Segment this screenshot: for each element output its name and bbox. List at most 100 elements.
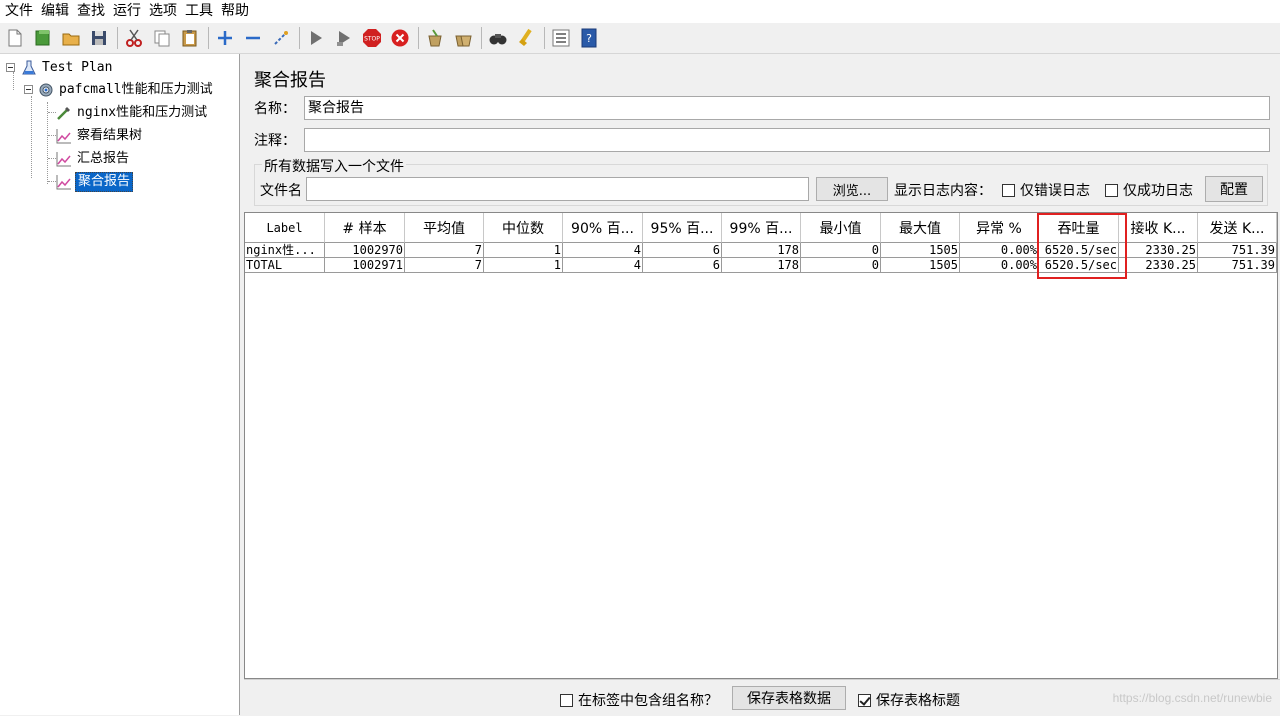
errors-only-label: 仅错误日志: [1020, 183, 1090, 199]
cell-label: TOTAL: [245, 258, 325, 273]
cell-received-kb: 2330.25: [1119, 243, 1198, 258]
add-icon[interactable]: [213, 26, 237, 50]
column-header-average[interactable]: 平均值: [405, 213, 484, 243]
cell-99-percentile: 178: [722, 243, 801, 258]
start-no-pause-icon[interactable]: [332, 26, 356, 50]
cell-sent-kb: 751.39: [1198, 258, 1277, 273]
column-header-received-kb[interactable]: 接收 K...: [1119, 213, 1198, 243]
templates-icon[interactable]: [31, 26, 55, 50]
toolbar: STOP ?: [0, 23, 1280, 54]
toolbar-separator: [481, 27, 482, 49]
menu-file[interactable]: 文件: [2, 0, 36, 23]
column-header-99-percentile[interactable]: 99% 百...: [722, 213, 801, 243]
toolbar-separator: [117, 27, 118, 49]
cell-median: 1: [484, 258, 563, 273]
tree-node-label-selected: 聚合报告: [75, 172, 134, 192]
comment-field[interactable]: [304, 128, 1270, 152]
cell-99-percentile: 178: [722, 258, 801, 273]
tree-node-label: Test Plan: [42, 60, 113, 75]
new-icon[interactable]: [3, 26, 27, 50]
tree-connector: [31, 96, 32, 178]
function-helper-icon[interactable]: [549, 26, 573, 50]
start-icon[interactable]: [304, 26, 328, 50]
remove-icon[interactable]: [241, 26, 265, 50]
tree-node-summary-report[interactable]: 汇总报告: [56, 149, 131, 169]
tree-connector: [48, 112, 56, 113]
toolbar-separator: [418, 27, 419, 49]
graph-icon: [56, 128, 72, 144]
checkbox-box: [560, 693, 573, 707]
search-icon[interactable]: [486, 26, 510, 50]
cell-received-kb: 2330.25: [1119, 258, 1198, 273]
column-header-95-percentile[interactable]: 95% 百...: [643, 213, 722, 243]
clear-all-icon[interactable]: [451, 26, 475, 50]
results-table[interactable]: Label # 样本 平均值 中位数 90% 百... 95% 百... 99%…: [244, 212, 1278, 679]
include-group-name-checkbox[interactable]: 在标签中包含组名称？: [560, 690, 718, 710]
table-row[interactable]: TOTAL 1002971 7 1 4 6 178 0 1505 0.00% 6…: [245, 258, 1277, 273]
cell-average: 7: [405, 258, 484, 273]
menu-run[interactable]: 运行: [110, 0, 144, 23]
column-header-samples[interactable]: # 样本: [325, 213, 405, 243]
column-header-error-percent[interactable]: 异常 %: [960, 213, 1039, 243]
copy-icon[interactable]: [150, 26, 174, 50]
test-plan-icon: [21, 60, 37, 76]
configure-button[interactable]: 配置: [1205, 176, 1263, 202]
column-header-90-percentile[interactable]: 90% 百...: [563, 213, 643, 243]
pipette-icon: [56, 105, 72, 121]
log-content-label: 显示日志内容：: [894, 183, 992, 199]
menu-edit[interactable]: 编辑: [38, 0, 72, 23]
table-row[interactable]: nginx性... 1002970 7 1 4 6 178 0 1505 0.0…: [245, 243, 1277, 258]
menu-help[interactable]: 帮助: [218, 0, 252, 23]
tree-node-view-results-tree[interactable]: 察看结果树: [56, 126, 144, 146]
cell-throughput: 6520.5/sec: [1039, 243, 1119, 258]
browse-button[interactable]: 浏览...: [816, 177, 888, 201]
cell-sent-kb: 751.39: [1198, 243, 1277, 258]
tree-node-test-plan[interactable]: Test Plan: [21, 58, 114, 78]
graph-icon: [56, 151, 72, 167]
cut-icon[interactable]: [122, 26, 146, 50]
cell-average: 7: [405, 243, 484, 258]
reset-search-icon[interactable]: [514, 26, 538, 50]
toolbar-separator: [208, 27, 209, 49]
toolbar-separator: [299, 27, 300, 49]
tree-connector: [47, 102, 48, 184]
filename-label: 文件名: [260, 183, 302, 199]
tree-collapse-toggle[interactable]: [6, 63, 15, 72]
help-icon[interactable]: ?: [577, 26, 601, 50]
stop-icon[interactable]: STOP: [360, 26, 384, 50]
column-header-sent-kb[interactable]: 发送 K...: [1198, 213, 1277, 243]
file-group-label: 所有数据写入一个文件: [262, 156, 406, 176]
column-header-max[interactable]: 最大值: [881, 213, 960, 243]
shutdown-icon[interactable]: [388, 26, 412, 50]
toggle-icon[interactable]: [269, 26, 293, 50]
open-icon[interactable]: [59, 26, 83, 50]
save-icon[interactable]: [87, 26, 111, 50]
save-table-header-label: 保存表格标题: [876, 693, 960, 709]
menu-options[interactable]: 选项: [146, 0, 180, 23]
success-only-checkbox[interactable]: 仅成功日志: [1105, 180, 1193, 200]
column-header-throughput[interactable]: 吞吐量: [1039, 213, 1119, 243]
column-header-label[interactable]: Label: [245, 213, 325, 243]
test-plan-tree: Test Plan pafcmall性能和压力测试 nginx性能和压力测试 察…: [0, 54, 240, 715]
filename-field[interactable]: [306, 177, 809, 201]
tree-collapse-toggle[interactable]: [24, 85, 33, 94]
cell-max: 1505: [881, 258, 960, 273]
menu-tools[interactable]: 工具: [182, 0, 216, 23]
comment-label: 注释：: [254, 133, 296, 149]
save-table-header-checkbox[interactable]: 保存表格标题: [858, 690, 960, 710]
paste-icon[interactable]: [178, 26, 202, 50]
clear-icon[interactable]: [423, 26, 447, 50]
tree-node-http-sampler[interactable]: nginx性能和压力测试: [56, 103, 209, 123]
column-header-min[interactable]: 最小值: [801, 213, 881, 243]
aggregate-report-panel: 聚合报告 名称： 聚合报告 注释： 所有数据写入一个文件 文件名 浏览... 显…: [244, 54, 1280, 716]
errors-only-checkbox[interactable]: 仅错误日志: [1002, 180, 1090, 200]
name-field[interactable]: 聚合报告: [304, 96, 1270, 120]
column-header-median[interactable]: 中位数: [484, 213, 563, 243]
tree-node-aggregate-report[interactable]: 聚合报告: [56, 172, 134, 192]
tree-node-thread-group[interactable]: pafcmall性能和压力测试: [38, 80, 215, 100]
watermark: https://blog.csdn.net/runewbie: [1112, 691, 1272, 705]
menu-search[interactable]: 查找: [74, 0, 108, 23]
save-table-data-button[interactable]: 保存表格数据: [732, 686, 846, 710]
checkbox-box: [1105, 183, 1118, 197]
tree-connector: [48, 135, 56, 136]
